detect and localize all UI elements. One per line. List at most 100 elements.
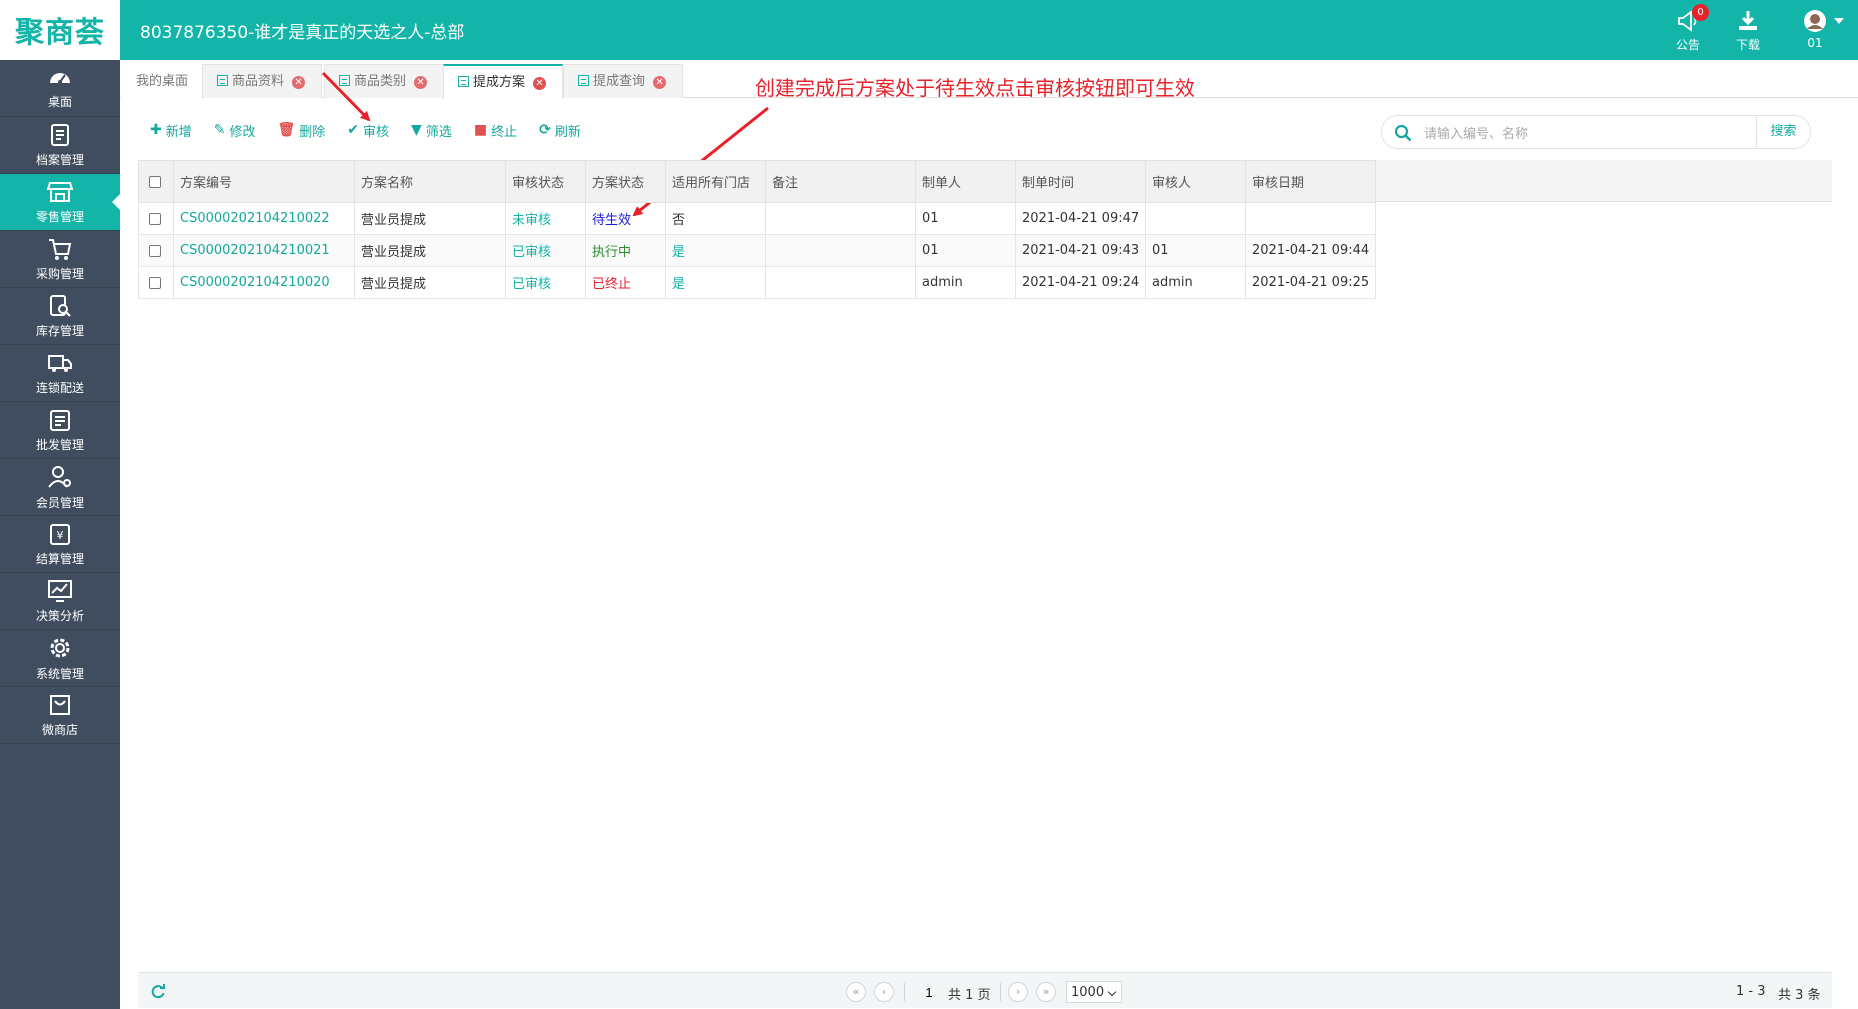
table-row[interactable]: CS0000202104210021 营业员提成 已审核 执行中 是 01 20… <box>138 234 1376 267</box>
check-icon: ✔ <box>347 122 360 138</box>
download-icon <box>1723 8 1773 36</box>
search-box: 搜索 <box>1381 115 1811 149</box>
select-all-checkbox[interactable] <box>149 175 161 188</box>
all-stores: 否 <box>665 202 766 235</box>
add-button[interactable]: ✚ 新增 <box>150 121 192 140</box>
chevron-down-icon[interactable] <box>1834 18 1844 24</box>
last-page-button[interactable]: » <box>1036 982 1056 1002</box>
tab-commission-query[interactable]: 提成查询 ✕ <box>563 64 683 98</box>
user-menu[interactable]: 01 <box>1790 8 1840 54</box>
sidebar-item-purchase[interactable]: 采购管理 <box>0 231 120 288</box>
close-icon[interactable]: ✕ <box>653 76 667 89</box>
plus-icon: ✚ <box>150 122 162 138</box>
search-button[interactable]: 搜索 <box>1756 116 1810 148</box>
sidebar-item-member[interactable]: 会员管理 <box>0 459 120 516</box>
plan-code[interactable]: CS0000202104210020 <box>173 266 355 299</box>
sidebar-item-label: 采购管理 <box>35 266 84 281</box>
sidebar-item-analysis[interactable]: 决策分析 <box>0 573 120 630</box>
purchase-icon <box>49 238 72 260</box>
plan-code[interactable]: CS0000202104210021 <box>173 234 355 267</box>
row-select-cell <box>138 266 174 299</box>
sidebar-item-system[interactable]: 系统管理 <box>0 630 120 687</box>
sidebar-item-microshop[interactable]: 微商店 <box>0 687 120 744</box>
sidebar-item-retail[interactable]: 零售管理 <box>0 174 120 231</box>
notice-label: 公告 <box>1675 38 1700 52</box>
record-total: 共 3 条 <box>1778 988 1821 1003</box>
row-checkbox[interactable] <box>149 276 161 289</box>
total-pages: 共 1 页 <box>948 988 991 1003</box>
close-icon[interactable]: ✕ <box>533 77 547 90</box>
stop-button[interactable]: ■ 终止 <box>474 121 517 140</box>
stop-icon: ■ <box>473 122 488 138</box>
col-code[interactable]: 方案编号 <box>173 160 355 203</box>
col-plan-status[interactable]: 方案状态 <box>585 160 666 203</box>
annotation-arrows <box>321 71 769 217</box>
tab-goods-info[interactable]: 商品资料 ✕ <box>202 64 322 98</box>
col-name[interactable]: 方案名称 <box>354 160 506 203</box>
all-stores: 是 <box>665 234 766 267</box>
row-checkbox[interactable] <box>149 244 161 257</box>
auditor <box>1145 202 1246 235</box>
col-auditor[interactable]: 审核人 <box>1145 160 1246 203</box>
sidebar-item-label: 桌面 <box>47 94 72 109</box>
notice-button[interactable]: 0 公告 <box>1663 4 1713 54</box>
tab-commission-plan[interactable]: 提成方案 ✕ <box>443 64 563 99</box>
col-all-stores[interactable]: 适用所有门店 <box>665 160 766 203</box>
next-page-button[interactable]: › <box>1008 982 1028 1002</box>
sidebar-item-desktop[interactable]: 桌面 <box>0 60 120 117</box>
tab-goods-category[interactable]: 商品类别 ✕ <box>324 64 444 98</box>
plan-code[interactable]: CS0000202104210022 <box>173 202 355 235</box>
refresh-icon: ⟳ <box>539 122 551 138</box>
tab-my-desktop[interactable]: 我的桌面 <box>121 64 201 98</box>
pager-divider <box>1000 983 1001 1001</box>
logo: 聚商荟 <box>0 0 120 60</box>
edit-button[interactable]: ✎ 修改 <box>214 121 256 140</box>
page-number-input[interactable] <box>916 981 942 1003</box>
auditor: 01 <box>1145 234 1246 267</box>
table-header-row: 方案编号 方案名称 审核状态 方案状态 适用所有门店 备注 制单人 制单时间 审… <box>138 160 1376 203</box>
audit-button[interactable]: ✔ 审核 <box>347 121 389 140</box>
audit-status: 未审核 <box>505 202 586 235</box>
row-checkbox[interactable] <box>149 212 161 225</box>
refresh-button[interactable]: ⟳ 刷新 <box>539 121 581 140</box>
close-icon[interactable]: ✕ <box>414 76 428 89</box>
col-remark[interactable]: 备注 <box>765 160 916 203</box>
table-row[interactable]: CS0000202104210022 营业员提成 未审核 待生效 否 01 20… <box>138 202 1376 235</box>
wholesale-icon <box>50 409 70 431</box>
filter-button[interactable]: ▼ 筛选 <box>411 121 452 140</box>
refresh-icon[interactable] <box>150 983 166 999</box>
filter-icon: ▼ <box>411 122 422 138</box>
document-icon <box>339 75 350 86</box>
trash-icon: 🗑 <box>277 122 296 138</box>
sidebar-item-inventory[interactable]: 库存管理 <box>0 288 120 345</box>
download-button[interactable]: 下载 <box>1723 8 1773 54</box>
remark <box>765 234 916 267</box>
sidebar-item-wholesale[interactable]: 批发管理 <box>0 402 120 459</box>
plan-status: 已终止 <box>585 266 666 299</box>
first-page-button[interactable]: « <box>846 982 866 1002</box>
logo-text: 聚商荟 <box>14 15 105 49</box>
search-input[interactable] <box>1424 122 1724 144</box>
col-created-at[interactable]: 制单时间 <box>1015 160 1146 203</box>
col-audited-at[interactable]: 审核日期 <box>1245 160 1376 203</box>
auditor: admin <box>1145 266 1246 299</box>
delete-button[interactable]: 🗑 删除 <box>278 121 326 140</box>
plan-name: 营业员提成 <box>354 234 506 267</box>
col-audit-status[interactable]: 审核状态 <box>505 160 586 203</box>
sidebar-item-distribution[interactable]: 连锁配送 <box>0 345 120 402</box>
dashboard-icon <box>50 72 70 84</box>
tab-label: 我的桌面 <box>136 74 189 89</box>
annotation-text: 创建完成后方案处于待生效点击审核按钮即可生效 <box>755 76 1195 100</box>
top-header: 聚商荟 8037876350-谁才是真正的天选之人-总部 0 公告 下载 01 <box>0 0 1858 60</box>
close-icon[interactable]: ✕ <box>292 76 306 89</box>
search-icon <box>1394 124 1412 142</box>
commission-plan-table: 方案编号 方案名称 审核状态 方案状态 适用所有门店 备注 制单人 制单时间 审… <box>138 160 1376 299</box>
sidebar-item-settlement[interactable]: ¥ 结算管理 <box>0 516 120 573</box>
user-label: 01 <box>1807 36 1823 50</box>
sidebar-item-archive[interactable]: 档案管理 <box>0 117 120 174</box>
page-size-select[interactable]: 1000 <box>1066 981 1122 1003</box>
add-label: 新增 <box>165 124 192 140</box>
prev-page-button[interactable]: ‹ <box>874 982 894 1002</box>
table-row[interactable]: CS0000202104210020 营业员提成 已审核 已终止 是 admin… <box>138 266 1376 299</box>
col-creator[interactable]: 制单人 <box>915 160 1016 203</box>
